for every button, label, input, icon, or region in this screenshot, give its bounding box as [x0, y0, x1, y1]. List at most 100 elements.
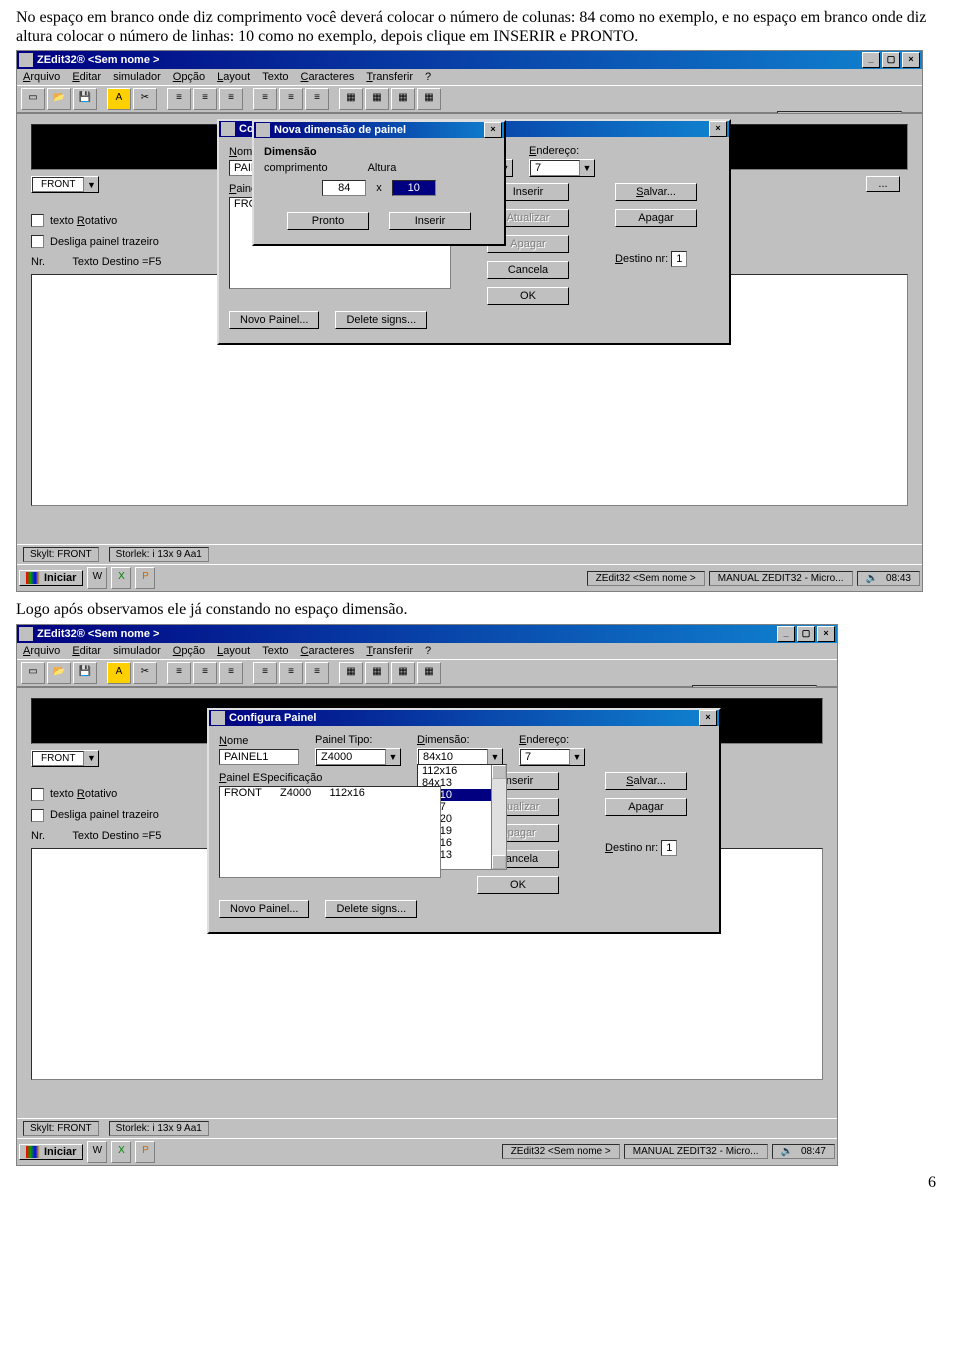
align-left-icon[interactable]: ≡ [167, 662, 191, 684]
menu-editar[interactable]: Editar [72, 645, 101, 657]
menu-help[interactable]: ? [425, 645, 431, 657]
align-right-icon[interactable]: ≡ [219, 662, 243, 684]
quick-ppt-icon[interactable]: P [135, 567, 155, 589]
new-icon[interactable]: ▭ [21, 662, 45, 684]
save-icon[interactable]: 💾 [73, 662, 97, 684]
quick-excel-icon[interactable]: X [111, 567, 131, 589]
menu-texto[interactable]: Texto [262, 71, 288, 83]
valign-top-icon[interactable]: ≡ [253, 88, 277, 110]
tool-icon-1[interactable]: ▦ [339, 662, 363, 684]
menu-simulador[interactable]: simulador [113, 71, 161, 83]
sign-selector[interactable]: FRONT ▼ [31, 750, 99, 767]
input-nome[interactable]: PAINEL1 [219, 749, 299, 765]
quick-ppt-icon[interactable]: P [135, 1141, 155, 1163]
cut-icon[interactable]: ✂ [133, 662, 157, 684]
menu-arquivo[interactable]: AArquivorquivo [23, 71, 60, 83]
tool-a-icon[interactable]: A [107, 88, 131, 110]
task-button-zedit[interactable]: ZEdit32 <Sem nome > [502, 1144, 620, 1159]
button-salvar[interactable]: Salvar... [605, 772, 687, 790]
dialog-close-button[interactable]: × [699, 710, 717, 726]
quick-word-icon[interactable]: W [87, 1141, 107, 1163]
checkbox-desliga[interactable] [31, 235, 44, 248]
button-delete-signs[interactable]: Delete signs... [325, 900, 417, 918]
maximize-button[interactable]: ▢ [882, 52, 900, 68]
select-tipo[interactable]: Z4000▼ [315, 748, 401, 766]
listbox-spec[interactable]: FRONT Z4000 112x16 [219, 786, 441, 878]
align-right-icon[interactable]: ≡ [219, 88, 243, 110]
close-button[interactable]: × [902, 52, 920, 68]
valign-top-icon[interactable]: ≡ [253, 662, 277, 684]
tool-icon-4[interactable]: ▦ [417, 662, 441, 684]
input-altura[interactable]: 10 [392, 180, 436, 196]
close-button[interactable]: × [817, 626, 835, 642]
tool-a-icon[interactable]: A [107, 662, 131, 684]
input-comprimento[interactable]: 84 [322, 180, 366, 196]
valign-mid-icon[interactable]: ≡ [279, 88, 303, 110]
align-center-icon[interactable]: ≡ [193, 662, 217, 684]
quick-excel-icon[interactable]: X [111, 1141, 131, 1163]
menu-transferir[interactable]: Transferir [366, 71, 413, 83]
open-icon[interactable]: 📂 [47, 88, 71, 110]
ellipsis-button[interactable]: ... [866, 176, 900, 192]
tool-icon-1[interactable]: ▦ [339, 88, 363, 110]
new-icon[interactable]: ▭ [21, 88, 45, 110]
valign-mid-icon[interactable]: ≡ [279, 662, 303, 684]
maximize-button[interactable]: ▢ [797, 626, 815, 642]
task-button-manual[interactable]: MANUAL ZEDIT32 - Micro... [624, 1144, 768, 1159]
cut-icon[interactable]: ✂ [133, 88, 157, 110]
task-button-zedit[interactable]: ZEdit32 <Sem nome > [587, 571, 705, 586]
button-ok[interactable]: OK [487, 287, 569, 305]
button-pronto[interactable]: Pronto [287, 212, 369, 230]
tool-icon-2[interactable]: ▦ [365, 662, 389, 684]
checkbox-rotativo[interactable] [31, 214, 44, 227]
menu-opcao[interactable]: Opção [173, 645, 205, 657]
tool-icon-3[interactable]: ▦ [391, 88, 415, 110]
menu-transferir[interactable]: Transferir [366, 645, 413, 657]
button-novo-painel[interactable]: Novo Painel... [229, 311, 319, 329]
scrollbar[interactable] [491, 765, 506, 869]
align-center-icon[interactable]: ≡ [193, 88, 217, 110]
menu-caracteres[interactable]: Caracteres [301, 71, 355, 83]
input-destino-nr[interactable]: 1 [671, 251, 687, 267]
start-button[interactable]: Iniciar [19, 570, 83, 586]
tool-icon-2[interactable]: ▦ [365, 88, 389, 110]
minimize-button[interactable]: _ [777, 626, 795, 642]
button-delete-signs[interactable]: Delete signs... [335, 311, 427, 329]
menu-help[interactable]: ? [425, 71, 431, 83]
save-icon[interactable]: 💾 [73, 88, 97, 110]
list-item[interactable]: FRONT Z4000 112x16 [220, 787, 440, 799]
input-destino-nr[interactable]: 1 [661, 840, 677, 856]
button-apagar2[interactable]: Apagar [615, 209, 697, 227]
valign-bottom-icon[interactable]: ≡ [305, 88, 329, 110]
button-novo-painel[interactable]: Novo Painel... [219, 900, 309, 918]
minimize-button[interactable]: _ [862, 52, 880, 68]
dialog-close-button[interactable]: × [484, 122, 502, 138]
start-button[interactable]: Iniciar [19, 1144, 83, 1160]
select-endereco[interactable]: 7▼ [519, 748, 585, 766]
button-salvar[interactable]: Salvar... [615, 183, 697, 201]
open-icon[interactable]: 📂 [47, 662, 71, 684]
select-endereco[interactable]: 7▼ [529, 159, 595, 177]
button-ok[interactable]: OK [477, 876, 559, 894]
checkbox-desliga[interactable] [31, 809, 44, 822]
menu-simulador[interactable]: simulador [113, 645, 161, 657]
task-button-manual[interactable]: MANUAL ZEDIT32 - Micro... [709, 571, 853, 586]
tool-icon-4[interactable]: ▦ [417, 88, 441, 110]
button-apagar2[interactable]: Apagar [605, 798, 687, 816]
menu-texto[interactable]: Texto [262, 645, 288, 657]
menu-layout[interactable]: Layout [217, 645, 250, 657]
menu-opcao[interactable]: Opção [173, 71, 205, 83]
quick-word-icon[interactable]: W [87, 567, 107, 589]
menu-layout[interactable]: Layout [217, 71, 250, 83]
align-left-icon[interactable]: ≡ [167, 88, 191, 110]
menu-caracteres[interactable]: Caracteres [301, 645, 355, 657]
valign-bottom-icon[interactable]: ≡ [305, 662, 329, 684]
dialog-close-button[interactable]: × [709, 121, 727, 137]
sign-selector[interactable]: FRONT ▼ [31, 176, 99, 193]
tool-icon-3[interactable]: ▦ [391, 662, 415, 684]
menu-editar[interactable]: Editar [72, 71, 101, 83]
menu-arquivo[interactable]: Arquivo [23, 645, 60, 657]
button-inserir-dim[interactable]: Inserir [389, 212, 471, 230]
button-cancela[interactable]: Cancela [487, 261, 569, 279]
checkbox-rotativo[interactable] [31, 788, 44, 801]
